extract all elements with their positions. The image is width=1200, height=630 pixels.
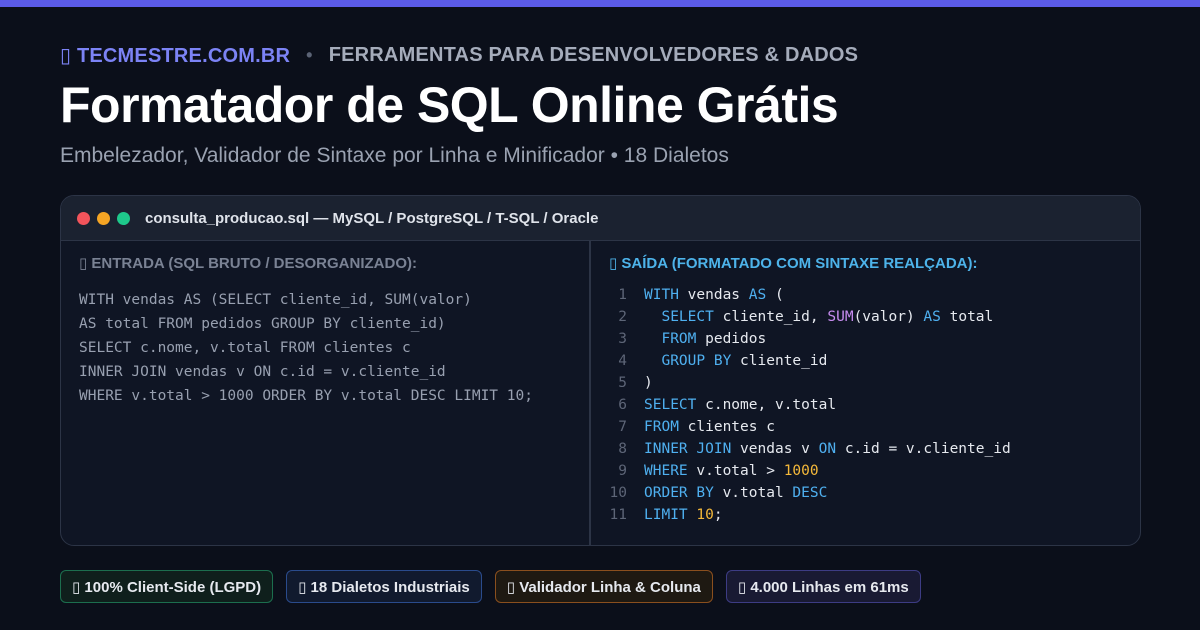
page-title: Formatador de SQL Online Grátis <box>60 77 839 133</box>
line-number: 3 <box>618 331 627 347</box>
line-number: 2 <box>618 309 627 325</box>
sql-text: vendas v <box>731 441 819 457</box>
maximize-dot-icon <box>117 211 130 225</box>
sql-text: c.nome, v.total <box>696 397 837 413</box>
sql-keyword: DESC <box>792 485 828 501</box>
sql-keyword: SELECT <box>644 397 697 413</box>
line-number: 10 <box>609 485 627 501</box>
line-number: 6 <box>618 397 627 413</box>
code-line: 7 FROM clientes c <box>609 416 1122 438</box>
sql-keyword: SELECT <box>661 309 714 325</box>
feature-badge: ▯ 4.000 Linhas em 61ms <box>725 570 921 603</box>
sql-keyword: GROUP BY <box>661 353 732 369</box>
input-label: ▯ ENTRADA (SQL BRUTO / DESORGANIZADO): <box>79 255 417 272</box>
sql-keyword: FROM <box>644 419 679 435</box>
sql-text: pedidos <box>696 331 767 347</box>
window-title: consulta_producao.sql — MySQL / PostgreS… <box>145 209 599 227</box>
sql-text: ( <box>766 287 784 303</box>
kicker: ▯ TECMESTRE.COM.BR • FERRAMENTAS PARA DE… <box>60 43 858 68</box>
code-line: 4 GROUP BY cliente_id <box>609 350 1122 372</box>
sql-keyword: ON <box>818 441 837 457</box>
editor-window: consulta_producao.sql — MySQL / PostgreS… <box>60 195 1141 546</box>
raw-sql[interactable]: WITH vendas AS (SELECT cliente_id, SUM(v… <box>79 288 571 408</box>
editor-panes: ▯ ENTRADA (SQL BRUTO / DESORGANIZADO): W… <box>61 241 1140 545</box>
line-number: 1 <box>618 287 627 303</box>
code-line: 11 LIMIT 10; <box>609 504 1122 526</box>
raw-sql-line: WHERE v.total > 1000 ORDER BY v.total DE… <box>79 388 533 404</box>
sql-keyword: AS <box>748 287 767 303</box>
section-label: FERRAMENTAS PARA DESENVOLVEDORES & DADOS <box>328 44 859 66</box>
sql-keyword: WITH <box>644 287 679 303</box>
window-titlebar: consulta_producao.sql — MySQL / PostgreS… <box>61 196 1140 241</box>
feature-badge: ▯ 18 Dialetos Industriais <box>286 570 482 603</box>
site-brand[interactable]: ▯ TECMESTRE.COM.BR <box>60 43 290 68</box>
sql-text: ; <box>713 507 723 523</box>
code-line: 9 WHERE v.total > 1000 <box>609 460 1122 482</box>
page-subtitle: Embelezador, Validador de Sintaxe por Li… <box>60 144 729 167</box>
raw-sql-line: INNER JOIN vendas v ON c.id = v.cliente_… <box>79 364 446 380</box>
sql-text: c.id = v.cliente_id <box>836 441 1011 457</box>
separator-dot: • <box>306 45 313 65</box>
sql-keyword: WHERE <box>644 463 688 479</box>
sql-text: ) <box>644 375 653 391</box>
close-dot-icon <box>77 211 90 225</box>
sql-keyword: AS <box>923 309 941 325</box>
sql-text: cliente_id <box>731 353 828 369</box>
accent-bar <box>0 0 1200 7</box>
sql-text: v.total > <box>687 463 784 479</box>
line-number: 4 <box>618 353 627 369</box>
output-label: ▯ SAÍDA (FORMATADO COM SINTAXE REALÇADA)… <box>609 255 978 272</box>
feature-badges: ▯ 100% Client-Side (LGPD) ▯ 18 Dialetos I… <box>60 570 934 603</box>
code-line: 1 WITH vendas AS ( <box>609 284 1122 306</box>
feature-badge: ▯ 100% Client-Side (LGPD) <box>60 570 274 603</box>
sql-text: clientes c <box>678 419 775 435</box>
minimize-dot-icon <box>97 211 110 225</box>
line-number: 7 <box>618 419 627 435</box>
line-number: 5 <box>618 375 627 391</box>
sql-text: cliente_id, <box>713 309 828 325</box>
input-pane[interactable]: ▯ ENTRADA (SQL BRUTO / DESORGANIZADO): W… <box>61 241 591 545</box>
raw-sql-line: AS total FROM pedidos GROUP BY cliente_i… <box>79 316 446 332</box>
sql-text: total <box>940 309 994 325</box>
line-number: 11 <box>609 507 627 523</box>
raw-sql-line: WITH vendas AS (SELECT cliente_id, SUM(v… <box>79 292 472 308</box>
output-pane: ▯ SAÍDA (FORMATADO COM SINTAXE REALÇADA)… <box>591 241 1140 545</box>
sql-function: SUM <box>827 309 854 325</box>
formatted-sql: 1 WITH vendas AS (2 SELECT cliente_id, SU… <box>609 284 1122 526</box>
code-line: 5) <box>609 372 1122 394</box>
code-line: 10 ORDER BY v.total DESC <box>609 482 1122 504</box>
sql-keyword: FROM <box>661 331 697 347</box>
code-line: 8 INNER JOIN vendas v ON c.id = v.cliente… <box>609 438 1122 460</box>
sql-number: 1000 <box>783 463 819 479</box>
line-number: 9 <box>618 463 627 479</box>
code-line: 6 SELECT c.nome, v.total <box>609 394 1122 416</box>
sql-number: 10 <box>696 507 714 523</box>
feature-badge: ▯ Validador Linha & Coluna <box>494 570 713 603</box>
raw-sql-line: SELECT c.nome, v.total FROM clientes c <box>79 340 411 356</box>
line-number: 8 <box>618 441 627 457</box>
sql-keyword: LIMIT <box>644 507 688 523</box>
sql-keyword: INNER JOIN <box>644 441 732 457</box>
sql-text: vendas <box>678 287 749 303</box>
code-line: 2 SELECT cliente_id, SUM (valor) AS total <box>609 306 1122 328</box>
sql-keyword: ORDER BY <box>644 485 714 501</box>
sql-text: v.total <box>713 485 793 501</box>
code-line: 3 FROM pedidos <box>609 328 1122 350</box>
sql-text: (valor) <box>853 309 924 325</box>
